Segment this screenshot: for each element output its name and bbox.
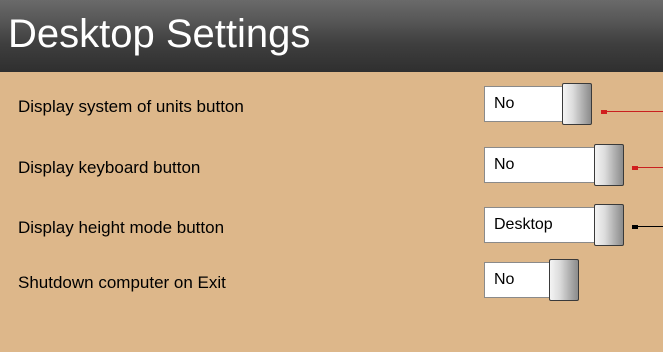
keyboard-connector-line xyxy=(636,167,663,168)
units-value-field[interactable]: No xyxy=(484,86,564,122)
shutdown-toggle-button[interactable] xyxy=(549,259,579,301)
setting-label-height-mode: Display height mode button xyxy=(18,218,225,237)
height-mode-toggle-button[interactable] xyxy=(594,204,624,246)
units-toggle-button[interactable] xyxy=(562,83,592,125)
units-value-text: No xyxy=(494,95,515,112)
units-connector-line xyxy=(605,111,663,112)
keyboard-toggle-button[interactable] xyxy=(594,144,624,186)
keyboard-value-text: No xyxy=(494,156,515,173)
keyboard-value-field[interactable]: No xyxy=(484,147,596,183)
height-mode-value-field[interactable]: Desktop xyxy=(484,207,596,243)
header-bar: Desktop Settings xyxy=(0,0,663,72)
setting-label-keyboard: Display keyboard button xyxy=(18,158,201,177)
height-mode-value-text: Desktop xyxy=(494,216,553,233)
shutdown-value-text: No xyxy=(494,271,515,288)
page-title: Desktop Settings xyxy=(8,12,311,56)
setting-label-units: Display system of units button xyxy=(18,97,244,116)
height-mode-connector-line xyxy=(636,226,663,227)
setting-label-shutdown: Shutdown computer on Exit xyxy=(18,273,226,292)
shutdown-value-field[interactable]: No xyxy=(484,262,550,298)
